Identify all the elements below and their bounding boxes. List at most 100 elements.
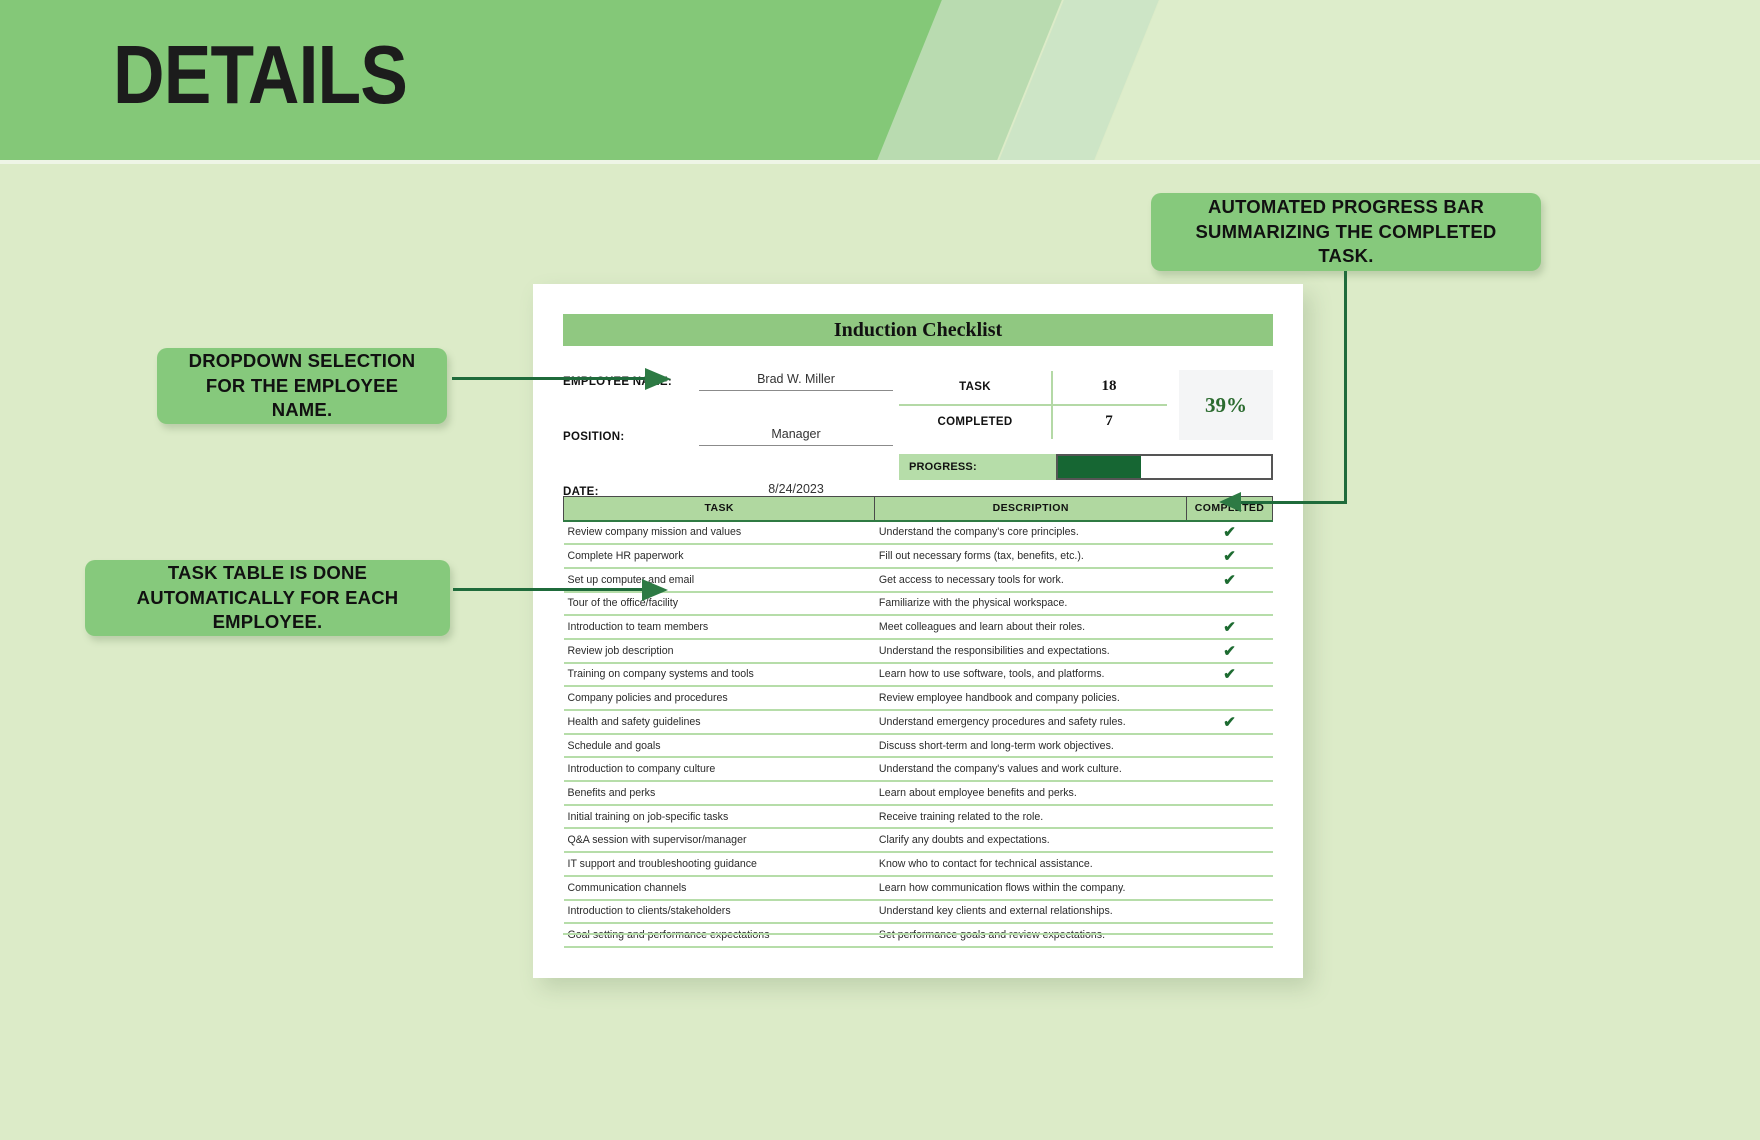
- cell-completed-empty[interactable]: [1186, 923, 1273, 948]
- cell-task: Review company mission and values: [563, 519, 875, 546]
- cell-task: Benefits and perks: [563, 781, 875, 806]
- callout-progress-bar: AUTOMATED PROGRESS BAR SUMMARIZING THE C…: [1151, 193, 1541, 271]
- cell-description: Understand the responsibilities and expe…: [874, 638, 1187, 664]
- table-row: Introduction to clients/stakeholders Unde…: [563, 899, 1273, 925]
- table-row: Review company mission and values Underst…: [563, 519, 1273, 546]
- table-row: Complete HR paperwork Fill out necessary …: [563, 544, 1273, 569]
- cell-task: Introduction to team members: [563, 615, 875, 640]
- cell-description: Clarify any doubts and expectations.: [874, 828, 1187, 854]
- checkmark-icon[interactable]: ✔: [1186, 710, 1273, 735]
- stat-value-completed: 7: [1105, 413, 1113, 429]
- task-table-header-row: TASK DESCRIPTION COMPLETED: [562, 496, 1273, 521]
- document-title: Induction Checklist: [563, 314, 1273, 346]
- checkmark-icon[interactable]: ✔: [1186, 519, 1273, 546]
- cell-description: Understand key clients and external rela…: [874, 899, 1187, 925]
- progress-track: [1056, 454, 1273, 480]
- position-input[interactable]: Manager: [699, 427, 893, 446]
- page-title: DETAILS: [113, 28, 408, 121]
- cell-completed-empty[interactable]: [1186, 852, 1273, 877]
- cell-task: Review job description: [563, 638, 875, 664]
- task-table: TASK DESCRIPTION COMPLETED Review compan…: [562, 496, 1273, 948]
- cell-completed-empty[interactable]: [1186, 828, 1273, 854]
- cell-completed-empty[interactable]: [1186, 591, 1273, 617]
- table-row: Introduction to company culture Understan…: [563, 757, 1273, 783]
- cell-task: Training on company systems and tools: [563, 662, 875, 688]
- cell-description: Review employee handbook and company pol…: [874, 686, 1187, 711]
- cell-description: Learn about employee benefits and perks.: [874, 781, 1187, 806]
- arrowhead-table: [642, 579, 668, 601]
- checkmark-icon[interactable]: ✔: [1186, 544, 1273, 569]
- cell-task: Health and safety guidelines: [563, 710, 875, 735]
- cell-description: Familiarize with the physical workspace.: [874, 591, 1187, 617]
- page-banner: DETAILS: [0, 0, 1760, 163]
- table-row: Q&A session with supervisor/manager Clari…: [563, 828, 1273, 854]
- table-row: Goal setting and performance expectation…: [563, 923, 1273, 948]
- cell-completed-empty[interactable]: [1186, 733, 1273, 759]
- table-row: Training on company systems and tools Lea…: [563, 662, 1273, 688]
- stat-value-task: 18: [1101, 378, 1117, 394]
- cell-description: Receive training related to the role.: [874, 804, 1187, 830]
- checkmark-icon[interactable]: ✔: [1186, 638, 1273, 664]
- table-row: Review job description Understand the res…: [563, 638, 1273, 664]
- cell-description: Meet colleagues and learn about their ro…: [874, 615, 1187, 640]
- cell-completed-empty[interactable]: [1186, 875, 1273, 901]
- connector-table: [453, 588, 650, 591]
- table-row: Health and safety guidelines Understand e…: [563, 710, 1273, 735]
- cell-completed-empty[interactable]: [1186, 899, 1273, 925]
- cell-completed-empty[interactable]: [1186, 686, 1273, 711]
- stat-row-task: TASK 18: [899, 369, 1167, 404]
- checkmark-icon[interactable]: ✔: [1186, 567, 1273, 593]
- connector-progress-horizontal: [1237, 501, 1347, 504]
- callout-dropdown-text: DROPDOWN SELECTION FOR THE EMPLOYEE NAME…: [188, 350, 416, 421]
- table-row: Tour of the office/facility Familiarize w…: [563, 591, 1273, 617]
- connector-progress-vertical: [1344, 271, 1347, 503]
- table-row: Set up computer and email Get access to n…: [563, 567, 1273, 593]
- cell-completed-empty[interactable]: [1186, 804, 1273, 830]
- progress-fill: [1058, 456, 1142, 478]
- cell-description: Fill out necessary forms (tax, benefits,…: [874, 544, 1187, 569]
- table-row: Company policies and procedures Review em…: [563, 686, 1273, 711]
- cell-description: Understand the company's values and work…: [874, 757, 1187, 783]
- cell-description: Discuss short-term and long-term work ob…: [874, 733, 1187, 759]
- cell-task: Tour of the office/facility: [563, 591, 875, 617]
- cell-description: Know who to contact for technical assist…: [874, 852, 1187, 877]
- callout-dropdown-selection: DROPDOWN SELECTION FOR THE EMPLOYEE NAME…: [157, 348, 447, 424]
- cell-task: Goal setting and performance expectation…: [563, 923, 875, 948]
- employee-name-input[interactable]: Brad W. Miller: [699, 372, 893, 391]
- cell-task: IT support and troubleshooting guidance: [563, 852, 875, 877]
- arrowhead-progress: [1219, 492, 1241, 512]
- table-row: IT support and troubleshooting guidance K…: [563, 852, 1273, 877]
- cell-task: Schedule and goals: [563, 733, 875, 759]
- callout-task-table: TASK TABLE IS DONE AUTOMATICALLY FOR EAC…: [85, 560, 450, 636]
- cell-description: Understand emergency procedures and safe…: [874, 710, 1187, 735]
- task-table-head: TASK DESCRIPTION COMPLETED: [562, 496, 1273, 521]
- cell-description: Set performance goals and review expecta…: [874, 923, 1187, 948]
- stat-divider-vertical: [1051, 371, 1053, 439]
- banner-divider: [0, 160, 1760, 164]
- table-row: Schedule and goals Discuss short-term and…: [563, 733, 1273, 759]
- stat-label-completed: COMPLETED: [937, 415, 1013, 428]
- stat-divider-horizontal: [899, 404, 1167, 406]
- cell-task: Company policies and procedures: [563, 686, 875, 711]
- info-row-position: POSITION: Manager: [563, 427, 893, 461]
- header-task: TASK: [562, 496, 876, 521]
- arrowhead-dropdown: [645, 368, 671, 390]
- header-description: DESCRIPTION: [874, 496, 1188, 521]
- banner-stripe-quaternary: [1074, 0, 1760, 163]
- cell-description: Get access to necessary tools for work.: [874, 567, 1187, 593]
- cell-task: Initial training on job-specific tasks: [563, 804, 875, 830]
- cell-task: Introduction to company culture: [563, 757, 875, 783]
- checkmark-icon[interactable]: ✔: [1186, 615, 1273, 640]
- checkmark-icon[interactable]: ✔: [1186, 662, 1273, 688]
- cell-completed-empty[interactable]: [1186, 757, 1273, 783]
- cell-description: Learn how to use software, tools, and pl…: [874, 662, 1187, 688]
- cell-task: Complete HR paperwork: [563, 544, 875, 569]
- cell-description: Understand the company's core principles…: [874, 519, 1187, 546]
- cell-completed-empty[interactable]: [1186, 781, 1273, 806]
- cell-description: Learn how communication flows within the…: [874, 875, 1187, 901]
- callout-table-text: TASK TABLE IS DONE AUTOMATICALLY FOR EAC…: [136, 562, 399, 633]
- stat-row-completed: COMPLETED 7: [899, 404, 1167, 439]
- position-label: POSITION:: [563, 431, 625, 443]
- progress-label: PROGRESS:: [899, 454, 1056, 480]
- progress-bar-row: PROGRESS:: [899, 454, 1273, 480]
